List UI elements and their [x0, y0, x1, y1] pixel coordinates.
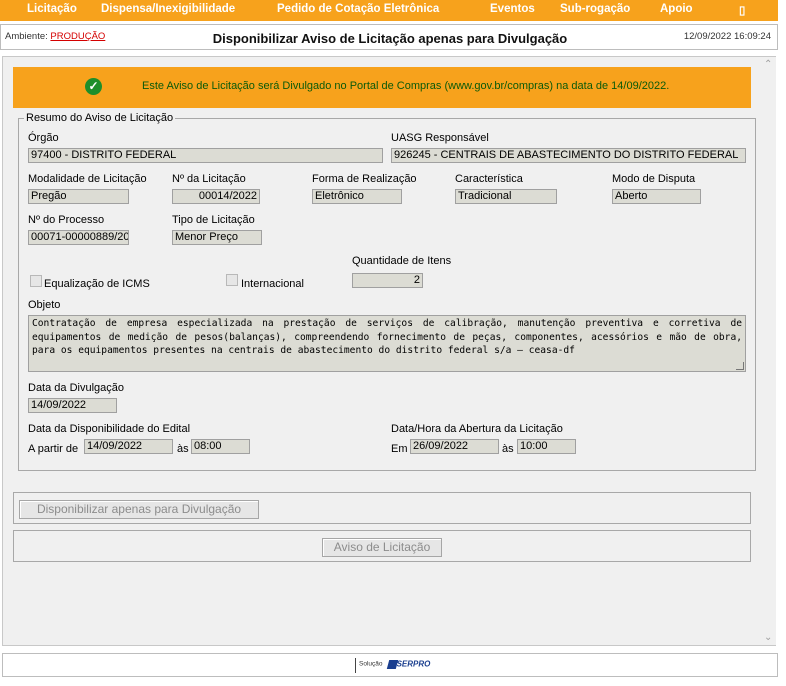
edital-label: Data da Disponibilidade do Edital [28, 423, 191, 435]
processo-field: 00071-00000889/2022 [28, 230, 129, 245]
em-label: Em [391, 443, 408, 455]
numero-licitacao-field: 00014/2022 [172, 189, 260, 204]
tipo-licitacao-field: Menor Preço [172, 230, 262, 245]
scroll-down-icon[interactable]: ⌄ [764, 632, 772, 643]
menu-item-apoio[interactable]: Apoio [660, 3, 693, 15]
modalidade-label: Modalidade de Licitação [28, 173, 147, 185]
uasg-label: UASG Responsável [391, 132, 489, 144]
internacional-checkbox[interactable] [226, 274, 238, 286]
modo-disputa-label: Modo de Disputa [612, 173, 696, 185]
edital-date-field: 14/09/2022 [84, 439, 173, 454]
menu-item-licitacao[interactable]: Licitação [27, 3, 77, 15]
menu-item-sub-rogacao[interactable]: Sub-rogação [560, 3, 630, 15]
caracteristica-label: Característica [455, 173, 523, 185]
numero-licitacao-label: Nº da Licitação [172, 173, 246, 185]
orgao-label: Órgão [28, 132, 59, 144]
processo-label: Nº do Processo [28, 214, 105, 226]
aviso-licitacao-button[interactable]: Aviso de Licitação [322, 538, 442, 557]
menu-item-pedido-cotacao[interactable]: Pedido de Cotação Eletrônica [277, 3, 439, 15]
serpro-logo: Solução SERPRO [355, 658, 430, 673]
page-header: Ambiente: PRODUÇÃO Disponibilizar Aviso … [0, 24, 778, 50]
edital-as-label: às [177, 443, 189, 455]
abertura-as-label: às [502, 443, 514, 455]
divulgacao-label: Data da Divulgação [28, 382, 125, 394]
menu-item-dispensa[interactable]: Dispensa/Inexigibilidade [101, 3, 235, 15]
quantidade-itens-label: Quantidade de Itens [352, 255, 452, 267]
abertura-date-field: 26/09/2022 [410, 439, 499, 454]
page-title: Disponibilizar Aviso de Licitação apenas… [212, 31, 568, 46]
tipo-licitacao-label: Tipo de Licitação [172, 214, 255, 226]
objeto-label: Objeto [28, 299, 61, 311]
check-circle-icon: ✓ [85, 78, 102, 95]
menu-item-eventos[interactable]: Eventos [490, 3, 535, 15]
scroll-up-icon[interactable]: ⌃ [764, 59, 772, 70]
modo-disputa-field: Aberto [612, 189, 701, 204]
uasg-field: 926245 - CENTRAIS DE ABASTECIMENTO DO DI… [391, 148, 746, 163]
edital-time-field: 08:00 [191, 439, 250, 454]
caracteristica-field: Tradicional [455, 189, 557, 204]
resize-grip-icon[interactable] [736, 362, 744, 370]
objeto-text: Contratação de empresa especializada na … [32, 318, 742, 356]
apartir-label: A partir de [28, 443, 79, 455]
icms-checkbox[interactable] [30, 275, 42, 287]
objeto-textarea[interactable]: Contratação de empresa especializada na … [28, 315, 746, 372]
abertura-label: Data/Hora da Abertura da Licitação [391, 423, 563, 435]
top-menu-bar: Licitação Dispensa/Inexigibilidade Pedid… [0, 0, 778, 21]
vertical-scrollbar[interactable]: ⌃ ⌄ [761, 57, 776, 645]
resumo-legend: Resumo do Aviso de Licitação [26, 112, 174, 124]
orgao-field: 97400 - DISTRITO FEDERAL [28, 148, 383, 163]
serpro-brand: SERPRO [396, 659, 431, 669]
serpro-mark-icon [386, 659, 398, 669]
solucao-label: Solução [359, 660, 383, 668]
menu-item-extra-icon[interactable]: ▯ [739, 3, 745, 17]
modalidade-field: Pregão [28, 189, 129, 204]
abertura-time-field: 10:00 [517, 439, 576, 454]
banner-message: Este Aviso de Licitação será Divulgado n… [142, 80, 670, 92]
quantidade-itens-field: 2 [352, 273, 423, 288]
timestamp: 12/09/2022 16:09:24 [683, 31, 771, 42]
icms-label: Equalização de ICMS [44, 278, 150, 290]
forma-realizacao-field: Eletrônico [312, 189, 402, 204]
internacional-label: Internacional [241, 278, 304, 290]
info-banner: ✓ Este Aviso de Licitação será Divulgado… [13, 67, 751, 108]
footer: Solução SERPRO [2, 653, 778, 677]
disponibilizar-button[interactable]: Disponibilizar apenas para Divulgação [19, 500, 259, 519]
divulgacao-field: 14/09/2022 [28, 398, 117, 413]
resumo-fieldset: Resumo do Aviso de Licitação [18, 112, 756, 471]
forma-realizacao-label: Forma de Realização [312, 173, 417, 185]
